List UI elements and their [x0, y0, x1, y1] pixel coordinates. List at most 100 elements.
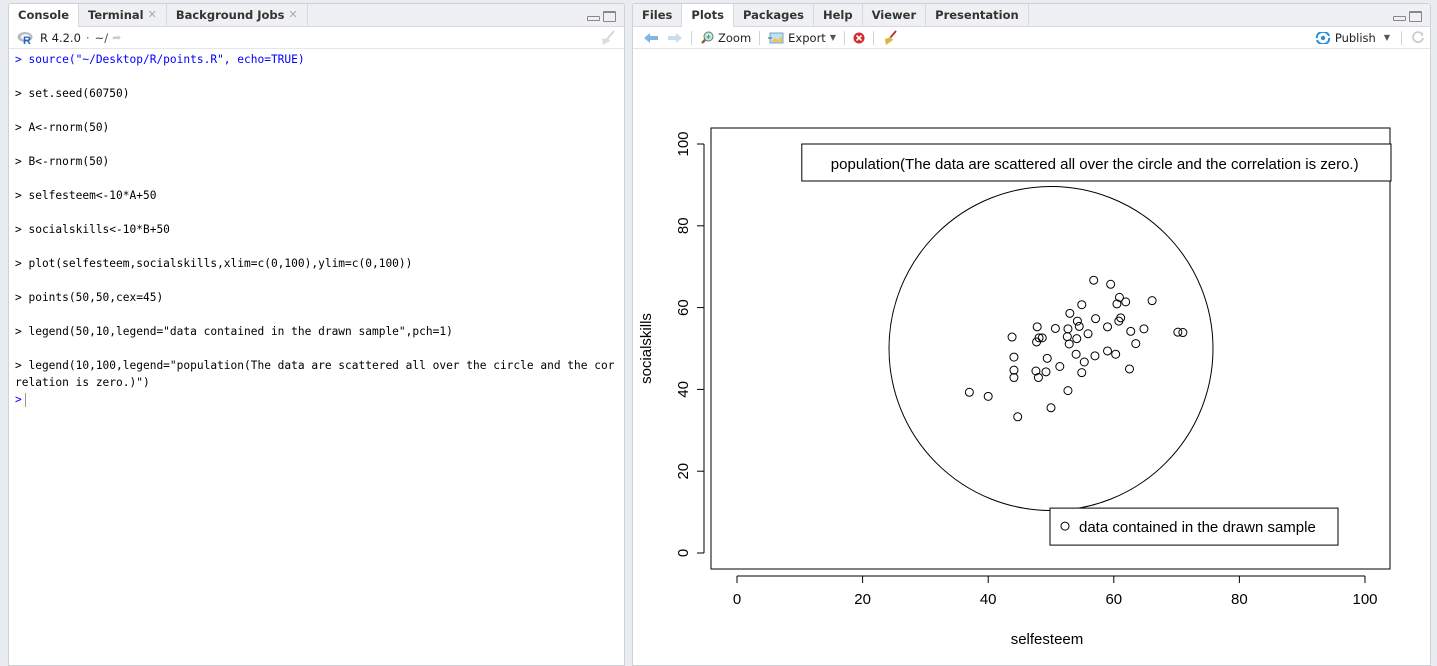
tab-terminal[interactable]: Terminal ✕: [79, 4, 167, 26]
data-point: [1074, 321, 1084, 331]
console-line: > selfesteem<-10*A+50: [15, 189, 157, 202]
tab-packages[interactable]: Packages: [734, 4, 814, 26]
forward-arrow-icon[interactable]: [665, 32, 685, 44]
clear-console-broom-icon[interactable]: [598, 30, 616, 49]
publish-button[interactable]: Publish ▼: [1313, 31, 1392, 45]
toolbar-separator: [759, 30, 761, 45]
publish-label: Publish: [1334, 30, 1376, 45]
tab-label: Plots: [691, 8, 725, 22]
console-output[interactable]: > source("~/Desktop/R/points.R", echo=TR…: [9, 49, 624, 410]
plots-tabbar: Files Plots Packages Help Viewer Present…: [633, 4, 1430, 27]
console-line: > A<-rnorm(50): [15, 121, 110, 134]
export-image-icon: [768, 32, 784, 43]
x-tick-label: 20: [854, 591, 871, 608]
maximize-pane-button[interactable]: [603, 11, 616, 22]
r-version: R 4.2.0: [40, 30, 81, 45]
tab-label: Files: [642, 7, 673, 22]
console-input-line[interactable]: >: [15, 391, 618, 408]
minimize-pane-button[interactable]: [587, 16, 600, 21]
y-tick-label: 0: [675, 549, 692, 557]
data-point: [1131, 339, 1141, 349]
remove-plot-icon: [853, 32, 865, 43]
tab-label: Help: [823, 7, 853, 22]
working-directory: ~/: [94, 30, 109, 45]
data-point: [1042, 353, 1052, 363]
x-axis-label: selfesteem: [1011, 631, 1084, 648]
data-point: [1079, 357, 1089, 367]
data-point: [1072, 316, 1082, 326]
data-point: [1090, 351, 1100, 361]
zoom-button[interactable]: + Zoom: [698, 31, 753, 45]
y-tick-label: 20: [675, 463, 692, 480]
tab-help[interactable]: Help: [814, 4, 863, 26]
toolbar-separator: [1401, 30, 1402, 45]
export-label: Export: [788, 30, 826, 45]
console-pane: Console Terminal ✕ Background Jobs ✕ R R 4…: [8, 3, 625, 666]
clear-all-plots-button[interactable]: [880, 29, 900, 46]
maximize-pane-button[interactable]: [1409, 11, 1422, 22]
data-point: [1009, 365, 1019, 375]
close-icon[interactable]: ✕: [289, 8, 298, 21]
y-tick-label: 80: [675, 217, 692, 234]
pane-window-controls: [587, 11, 616, 22]
console-toolbar: R R 4.2.0 · ~/ ➦: [9, 27, 624, 49]
data-point: [1091, 314, 1101, 324]
console-line: > legend(50,10,legend="data contained in…: [15, 325, 453, 338]
export-button[interactable]: Export ▼: [766, 31, 838, 45]
data-point: [1139, 324, 1149, 334]
data-point: [1077, 300, 1087, 310]
publish-icon: [1315, 31, 1330, 44]
data-points: [964, 275, 1188, 422]
toolbar-separator: [872, 30, 874, 45]
data-point: [1046, 403, 1056, 413]
close-icon[interactable]: ✕: [148, 8, 157, 21]
x-tick-label: 0: [733, 591, 741, 608]
data-point: [1050, 323, 1060, 333]
console-tabbar: Console Terminal ✕ Background Jobs ✕: [9, 4, 624, 27]
console-line: > legend(10,100,legend="population(The d…: [15, 359, 615, 389]
data-point: [1103, 346, 1113, 356]
tab-label: Terminal: [88, 7, 144, 22]
magnifier-icon: +: [701, 31, 714, 44]
data-point: [1009, 352, 1019, 362]
console-line: > source("~/Desktop/R/points.R", echo=TR…: [15, 53, 305, 66]
tab-label: Packages: [743, 7, 804, 22]
refresh-icon[interactable]: [1411, 30, 1425, 47]
data-point: [1178, 328, 1188, 338]
tab-viewer[interactable]: Viewer: [862, 4, 927, 26]
console-line: > B<-rnorm(50): [15, 155, 110, 168]
tab-files[interactable]: Files: [633, 4, 683, 26]
tab-presentation[interactable]: Presentation: [926, 4, 1029, 26]
goto-directory-icon[interactable]: ➦: [112, 31, 121, 44]
data-point: [1106, 279, 1116, 289]
tab-console[interactable]: Console: [9, 4, 80, 27]
text-cursor: [24, 393, 26, 407]
data-point: [1089, 275, 1099, 285]
x-tick-label: 40: [980, 591, 997, 608]
scatter-plot: 0 20 40 60 80 100 0 20 40 60 80 100 selfesteem soc…: [638, 127, 1392, 648]
back-arrow-icon[interactable]: [641, 32, 661, 44]
tab-background-jobs[interactable]: Background Jobs ✕: [166, 4, 308, 26]
data-point: [1063, 386, 1073, 396]
data-point: [1013, 412, 1023, 422]
remove-plot-button[interactable]: [851, 32, 867, 44]
broom-icon: [884, 29, 897, 45]
population-circle: [888, 186, 1214, 511]
tab-label: Presentation: [935, 7, 1019, 22]
tab-plots[interactable]: Plots: [682, 4, 735, 27]
separator-dot: ·: [85, 30, 90, 45]
data-point: [1033, 373, 1043, 383]
minimize-pane-button[interactable]: [1393, 16, 1406, 21]
legend-text: data contained in the drawn sample: [1079, 519, 1316, 536]
data-point: [1041, 367, 1051, 377]
data-point: [1103, 322, 1113, 332]
pane-window-controls: [1393, 11, 1422, 22]
x-tick-label: 80: [1231, 591, 1248, 608]
